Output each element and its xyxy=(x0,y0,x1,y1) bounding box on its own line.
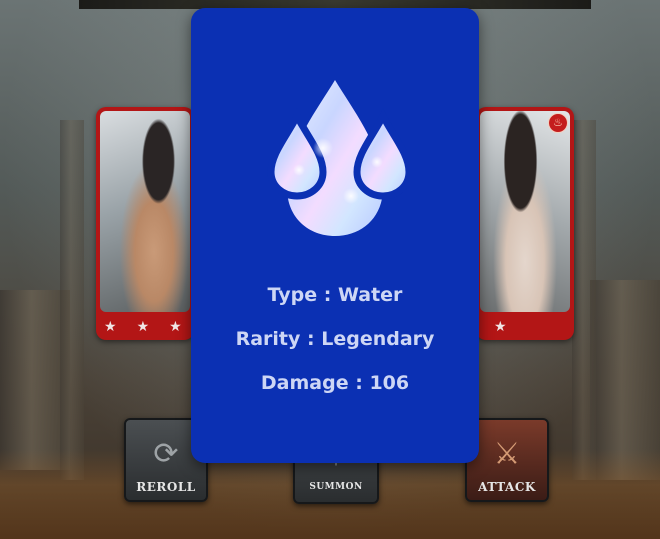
rarity-value: Legendary xyxy=(321,328,435,350)
rarity-stars: ★ ★ ★ xyxy=(104,320,182,334)
rarity-stat: Rarity : Legendary xyxy=(191,327,479,351)
fire-icon: ♨ xyxy=(548,113,568,133)
damage-stat: Damage : 106 xyxy=(191,371,479,395)
water-drops-icon xyxy=(267,80,407,236)
reroll-icon: ⟳ xyxy=(153,436,179,472)
crossed-swords-icon: ⚔ xyxy=(493,436,521,472)
reroll-label: REROLL xyxy=(136,480,196,494)
separator: : xyxy=(323,284,332,306)
element-type-stat: Type : Water xyxy=(191,283,479,307)
left-pillar-inner xyxy=(60,120,84,480)
star-icon: ★ xyxy=(494,319,507,335)
attack-label: ATTACK xyxy=(478,480,536,494)
character-portrait xyxy=(480,111,570,312)
game-scene: ★ ★ ★ ♨ ★ ⟳ REROLL ☼ SUMMON ⚔ ATTACK xyxy=(0,0,660,539)
right-pillar-inner xyxy=(572,120,596,480)
star-icon: ★ xyxy=(104,319,117,335)
character-card-left[interactable]: ★ ★ ★ xyxy=(96,107,194,340)
character-portrait xyxy=(100,111,190,312)
element-info-modal[interactable]: Type : Water Rarity : Legendary Damage :… xyxy=(191,8,479,463)
rarity-label: Rarity xyxy=(235,328,301,350)
character-card-right[interactable]: ♨ ★ xyxy=(476,107,574,340)
type-value: Water xyxy=(337,284,403,306)
damage-value: 106 xyxy=(369,372,410,394)
summon-label: SUMMON xyxy=(309,482,363,492)
damage-label: Damage xyxy=(260,372,349,394)
separator: : xyxy=(307,328,315,350)
type-label: Type xyxy=(267,284,318,306)
star-icon: ★ xyxy=(136,319,150,335)
rarity-stars: ★ xyxy=(494,320,507,334)
separator: : xyxy=(355,372,363,394)
star-icon: ★ xyxy=(169,319,182,335)
